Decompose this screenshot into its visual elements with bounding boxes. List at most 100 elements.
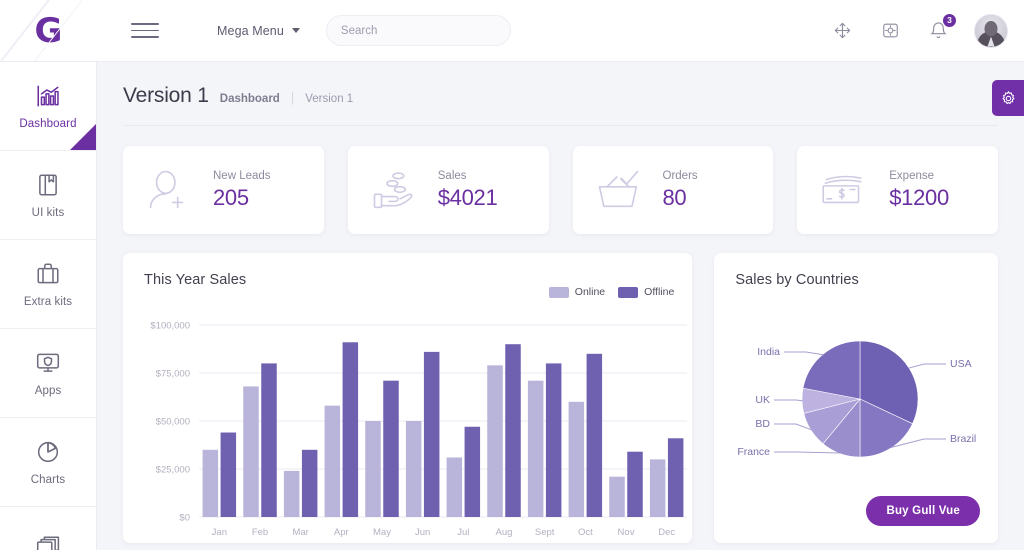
pie-leader-line xyxy=(774,400,803,401)
pie-slice-label: BD xyxy=(756,418,771,430)
stat-value: 205 xyxy=(213,185,271,211)
bar-offline[interactable] xyxy=(505,344,521,517)
stat-value: 80 xyxy=(663,185,698,211)
cards-stack-icon xyxy=(35,534,61,550)
sidebar-item-charts[interactable]: Charts xyxy=(0,418,96,507)
search-box[interactable] xyxy=(326,15,511,46)
sidebar-item-label: Charts xyxy=(31,474,65,486)
bar-online[interactable] xyxy=(487,365,503,517)
bar-online[interactable] xyxy=(569,402,585,517)
logo[interactable]: G xyxy=(0,0,97,61)
bar-offline[interactable] xyxy=(221,433,237,517)
bar-online[interactable] xyxy=(325,406,341,517)
pie-chart-icon xyxy=(35,439,61,465)
stat-card-expense[interactable]: Expense $1200 xyxy=(797,146,998,234)
pie-slice-label: Brazil xyxy=(950,433,976,445)
pie-slice-label: USA xyxy=(950,358,972,370)
breadcrumb-parent[interactable]: Dashboard xyxy=(220,93,280,105)
bar-offline[interactable] xyxy=(587,354,603,517)
chart-panels: This Year Sales Online Offline $0$25,000… xyxy=(97,234,1024,543)
settings-button[interactable] xyxy=(992,80,1024,116)
bar-online[interactable] xyxy=(447,457,463,517)
x-axis-tick-label: Mar xyxy=(292,527,308,538)
bar-offline[interactable] xyxy=(627,452,643,517)
y-axis-tick-label: $25,000 xyxy=(156,465,190,476)
bar-offline[interactable] xyxy=(261,363,277,517)
x-axis-tick-label: Oct xyxy=(578,527,593,538)
breadcrumb-separator: | xyxy=(291,90,294,105)
bar-offline[interactable] xyxy=(383,381,399,517)
notification-badge: 3 xyxy=(942,13,957,28)
x-axis-tick-label: Jun xyxy=(415,527,430,538)
legend-label: Offline xyxy=(644,286,674,298)
basket-check-icon xyxy=(593,164,645,216)
bar-offline[interactable] xyxy=(668,438,684,517)
sidebar-item-cards[interactable] xyxy=(0,507,96,550)
stat-card-new-leads[interactable]: New Leads 205 xyxy=(123,146,324,234)
bar-online[interactable] xyxy=(609,477,625,517)
chevron-down-icon xyxy=(292,28,300,33)
bar-online[interactable] xyxy=(284,471,300,517)
sidebar-item-apps[interactable]: Apps xyxy=(0,329,96,418)
bar-offline[interactable] xyxy=(546,363,562,517)
bar-online[interactable] xyxy=(650,459,666,517)
sidebar-item-label: Dashboard xyxy=(19,118,76,130)
sidebar-item-label: UI kits xyxy=(32,207,65,219)
menu-toggle-icon[interactable] xyxy=(131,18,159,42)
pie-leader-line xyxy=(774,452,841,453)
sidebar-item-ui-kits[interactable]: UI kits xyxy=(0,151,96,240)
x-axis-tick-label: Aug xyxy=(496,527,513,538)
legend-swatch-online xyxy=(549,287,569,298)
stat-value: $4021 xyxy=(438,185,498,211)
stat-card-sales[interactable]: Sales $4021 xyxy=(348,146,549,234)
gear-icon xyxy=(1000,90,1017,107)
sidebar-item-extra-kits[interactable]: Extra kits xyxy=(0,240,96,329)
bar-offline[interactable] xyxy=(343,342,359,517)
pie-chart-title: Sales by Countries xyxy=(714,253,998,288)
hand-coins-icon xyxy=(368,164,420,216)
bar-online[interactable] xyxy=(406,421,422,517)
breadcrumb-current: Version 1 xyxy=(305,93,353,105)
pie-chart-svg: USABrazilFranceBDUKIndia xyxy=(714,311,1002,521)
topbar-actions: 3 xyxy=(830,14,1024,48)
book-icon xyxy=(35,172,61,198)
bar-online[interactable] xyxy=(365,421,381,517)
page-header: Version 1 Dashboard | Version 1 xyxy=(97,62,1024,108)
legend-item-online[interactable]: Online xyxy=(549,286,605,298)
sidebar-item-dashboard[interactable]: Dashboard xyxy=(0,62,96,151)
pie-leader-line xyxy=(784,352,823,355)
bar-chart-svg: $0$25,000$50,000$75,000$100,000JanFebMar… xyxy=(123,311,701,543)
fullscreen-icon[interactable] xyxy=(830,19,854,43)
screen-capture-icon[interactable] xyxy=(878,19,902,43)
monitor-shield-icon xyxy=(35,350,61,376)
x-axis-tick-label: Jan xyxy=(212,527,227,538)
search-icon[interactable] xyxy=(495,23,496,38)
stat-label: New Leads xyxy=(213,170,271,182)
pie-slice-label: India xyxy=(758,346,781,358)
search-input[interactable] xyxy=(341,25,495,37)
x-axis-tick-label: Sept xyxy=(535,527,555,538)
sidebar-item-label: Apps xyxy=(35,385,62,397)
add-user-icon xyxy=(143,164,195,216)
bar-online[interactable] xyxy=(528,381,544,517)
bar-offline[interactable] xyxy=(424,352,440,517)
bar-chart-legend: Online Offline xyxy=(549,286,675,298)
bar-chart-title: This Year Sales xyxy=(123,253,692,288)
buy-gull-vue-button[interactable]: Buy Gull Vue xyxy=(866,496,980,526)
x-axis-tick-label: Apr xyxy=(334,527,349,538)
legend-item-offline[interactable]: Offline xyxy=(618,286,674,298)
active-indicator xyxy=(70,124,96,150)
bar-online[interactable] xyxy=(203,450,219,517)
x-axis-tick-label: Dec xyxy=(658,527,675,538)
stat-value: $1200 xyxy=(889,185,949,211)
bar-offline[interactable] xyxy=(302,450,318,517)
bar-offline[interactable] xyxy=(465,427,481,517)
mega-menu-dropdown[interactable]: Mega Menu xyxy=(217,24,300,38)
mega-menu-label: Mega Menu xyxy=(217,24,284,38)
stat-label: Orders xyxy=(663,170,698,182)
bell-icon[interactable]: 3 xyxy=(926,19,950,43)
avatar[interactable] xyxy=(974,14,1008,48)
bar-online[interactable] xyxy=(243,386,259,517)
panel-this-year-sales: This Year Sales Online Offline $0$25,000… xyxy=(123,253,692,543)
stat-card-orders[interactable]: Orders 80 xyxy=(573,146,774,234)
